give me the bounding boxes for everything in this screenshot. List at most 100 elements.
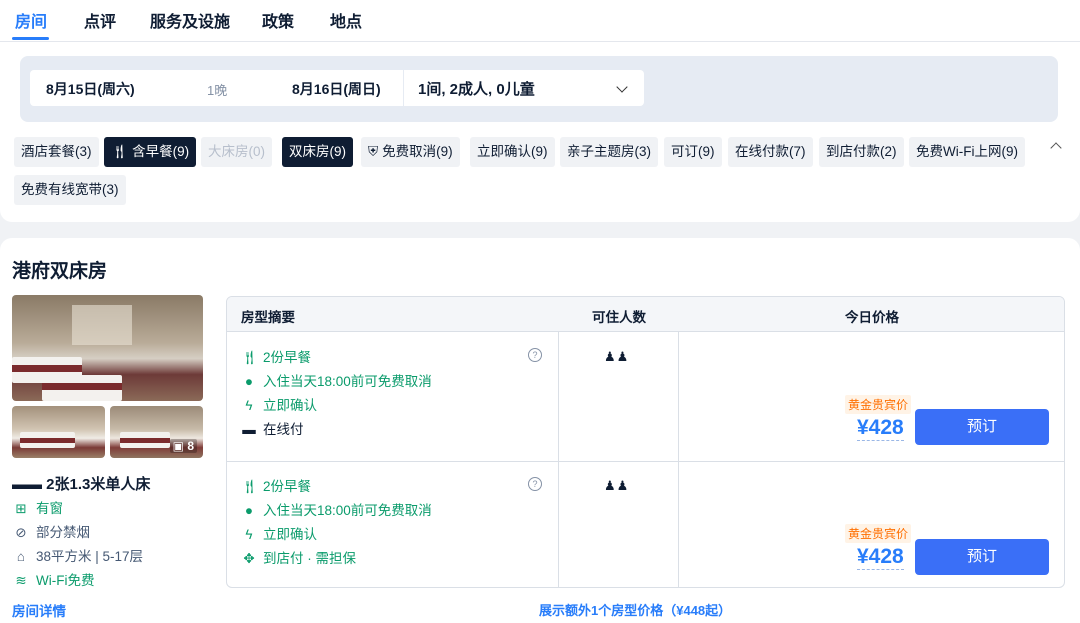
feature-text: 38平方米 | 5-17层 bbox=[36, 549, 144, 564]
chip-label: 大床房(0) bbox=[208, 144, 265, 159]
help-icon[interactable]: ? bbox=[528, 477, 542, 491]
chip-label: 亲子主题房(3) bbox=[567, 144, 651, 159]
filter-chip-king-bed[interactable]: 大床房(0) bbox=[201, 137, 272, 167]
guest-selector[interactable]: 1间, 2成人, 0儿童 bbox=[404, 70, 644, 106]
feature-smoking: ⊘ 部分禁烟 bbox=[12, 521, 90, 541]
person-icon: ♟♟ bbox=[604, 478, 630, 493]
chip-label: 酒店套餐(3) bbox=[21, 144, 92, 159]
area-icon: ⌂ bbox=[16, 549, 26, 564]
book-button[interactable]: 预订 bbox=[915, 409, 1049, 445]
book-button[interactable]: 预订 bbox=[915, 539, 1049, 575]
tab-policies[interactable]: 政策 bbox=[262, 8, 294, 32]
room-name: 港府双床房 bbox=[12, 261, 108, 282]
photo-bed-runner bbox=[20, 438, 75, 443]
rate-item-text: 立即确认 bbox=[263, 398, 317, 413]
check-circle-icon: ● bbox=[244, 374, 254, 389]
person-icon: ♟♟ bbox=[604, 349, 630, 364]
show-more-rates-link[interactable]: 展示额外1个房型价格（¥448起） bbox=[539, 600, 731, 619]
chip-label: 到店付款(2) bbox=[826, 144, 897, 159]
chip-label: 立即确认(9) bbox=[477, 144, 548, 159]
rate-cancel-policy: ● 入住当天18:00前可免费取消 bbox=[241, 370, 432, 390]
filter-panel: 8月15日(周六) 1晚 8月16日(周日) 1间, 2成人, 0儿童 酒店套餐… bbox=[0, 42, 1080, 222]
filter-chip-broadband[interactable]: 免费有线宽带(3) bbox=[14, 175, 126, 205]
tab-location[interactable]: 地点 bbox=[330, 8, 362, 32]
window-icon: ⊞ bbox=[15, 501, 27, 516]
rate-breakfast: 🍴︎ 2份早餐 bbox=[241, 475, 311, 495]
chip-label: 可订(9) bbox=[671, 144, 715, 159]
filter-chip-free-wifi[interactable]: 免费Wi-Fi上网(9) bbox=[909, 137, 1025, 167]
chip-label: 免费有线宽带(3) bbox=[21, 182, 119, 197]
table-header: 房型摘要 可住人数 今日价格 bbox=[227, 297, 1064, 332]
feature-text: 有窗 bbox=[36, 501, 63, 516]
header-price: 今日价格 bbox=[845, 310, 899, 325]
rate-confirm: ϟ 立即确认 bbox=[241, 523, 317, 543]
utensils-icon: 🍴︎ bbox=[111, 144, 129, 159]
price: ¥428 bbox=[857, 416, 904, 441]
tab-facilities[interactable]: 服务及设施 bbox=[150, 8, 230, 32]
active-tab-indicator bbox=[12, 37, 49, 40]
filter-chip-bookable[interactable]: 可订(9) bbox=[664, 137, 722, 167]
shield-icon: ⛨︎ bbox=[368, 144, 379, 159]
feature-area: ⌂ 38平方米 | 5-17层 bbox=[12, 545, 143, 565]
filter-chip-pay-online[interactable]: 在线付款(7) bbox=[728, 137, 813, 167]
filter-chip-free-cancel[interactable]: ⛨︎ 免费取消(9) bbox=[361, 137, 460, 167]
card-icon: ▬ bbox=[242, 422, 256, 437]
rate-item-text: 在线付 bbox=[263, 422, 304, 437]
chip-label: 双床房(9) bbox=[289, 144, 346, 159]
tab-rooms[interactable]: 房间 bbox=[15, 8, 47, 32]
rate-item-text: 入住当天18:00前可免费取消 bbox=[263, 374, 432, 389]
vip-price-tag: 黄金贵宾价 bbox=[845, 395, 912, 414]
rate-payment: ✥ 到店付 · 需担保 bbox=[241, 547, 356, 567]
filter-chip-instant-confirm[interactable]: 立即确认(9) bbox=[470, 137, 555, 167]
pay-at-hotel-icon: ✥ bbox=[243, 551, 255, 566]
chevron-up-icon[interactable] bbox=[1050, 142, 1062, 154]
filter-chip-package[interactable]: 酒店套餐(3) bbox=[14, 137, 99, 167]
price: ¥428 bbox=[857, 545, 904, 570]
column-divider bbox=[558, 332, 559, 587]
rate-table: 房型摘要 可住人数 今日价格 🍴︎ 2份早餐 ● 入住当天18:00前可免费取消 ϟ… bbox=[226, 296, 1065, 588]
chip-label: 在线付款(7) bbox=[735, 144, 806, 159]
filter-chip-family[interactable]: 亲子主题房(3) bbox=[560, 137, 658, 167]
date-picker[interactable]: 8月15日(周六) 1晚 8月16日(周日) bbox=[30, 70, 403, 106]
feature-text: 部分禁烟 bbox=[36, 525, 90, 540]
room-photo-thumb[interactable]: ▣ 8 bbox=[110, 406, 203, 458]
feature-wifi: ≋ Wi-Fi免费 bbox=[12, 569, 94, 589]
room-photo-main[interactable] bbox=[12, 295, 203, 401]
lightning-icon: ϟ bbox=[245, 527, 253, 542]
tab-reviews[interactable]: 点评 bbox=[84, 8, 116, 32]
rate-item-text: 到店付 · 需担保 bbox=[263, 551, 356, 566]
feature-text: Wi-Fi免费 bbox=[36, 573, 95, 588]
feature-window: ⊞ 有窗 bbox=[12, 497, 63, 517]
photo-count-badge: ▣ 8 bbox=[169, 439, 197, 453]
bed-type: ▬▬ 2张1.3米单人床 bbox=[12, 473, 150, 494]
filter-chip-pay-at-hotel[interactable]: 到店付款(2) bbox=[819, 137, 904, 167]
chip-label: 免费Wi-Fi上网(9) bbox=[916, 144, 1018, 159]
checkout-date[interactable]: 8月16日(周日) bbox=[292, 79, 381, 99]
nights-count: 1晚 bbox=[207, 83, 228, 98]
header-occupancy: 可住人数 bbox=[592, 310, 646, 325]
vip-price-tag: 黄金贵宾价 bbox=[845, 524, 912, 543]
chip-label: 免费取消(9) bbox=[382, 144, 453, 159]
chip-label: 含早餐(9) bbox=[132, 144, 190, 159]
photo-bed-runner bbox=[120, 438, 170, 443]
filter-chip-breakfast[interactable]: 🍴︎ 含早餐(9) bbox=[104, 137, 197, 167]
rate-payment: ▬ 在线付 bbox=[241, 418, 304, 438]
column-divider bbox=[678, 332, 679, 587]
filter-chip-twin-bed[interactable]: 双床房(9) bbox=[282, 137, 353, 167]
bed-icon: ▬▬ bbox=[12, 476, 47, 493]
room-details-link[interactable]: 房间详情 bbox=[12, 600, 66, 620]
help-icon[interactable]: ? bbox=[528, 348, 542, 362]
rate-item-text: 2份早餐 bbox=[263, 479, 312, 494]
checkin-date[interactable]: 8月15日(周六) bbox=[46, 79, 135, 99]
room-photo-thumb[interactable] bbox=[12, 406, 105, 458]
tab-bar: 房间 点评 服务及设施 政策 地点 bbox=[0, 0, 1080, 42]
photo-bed-runner bbox=[42, 383, 122, 390]
row-divider bbox=[227, 461, 1064, 462]
rate-item-text: 立即确认 bbox=[263, 527, 317, 542]
rate-item-text: 入住当天18:00前可免费取消 bbox=[263, 503, 432, 518]
lightning-icon: ϟ bbox=[245, 398, 253, 413]
check-circle-icon: ● bbox=[244, 503, 254, 518]
header-summary: 房型摘要 bbox=[241, 310, 295, 325]
utensils-icon: 🍴︎ bbox=[241, 350, 259, 365]
rate-item-text: 2份早餐 bbox=[263, 350, 312, 365]
